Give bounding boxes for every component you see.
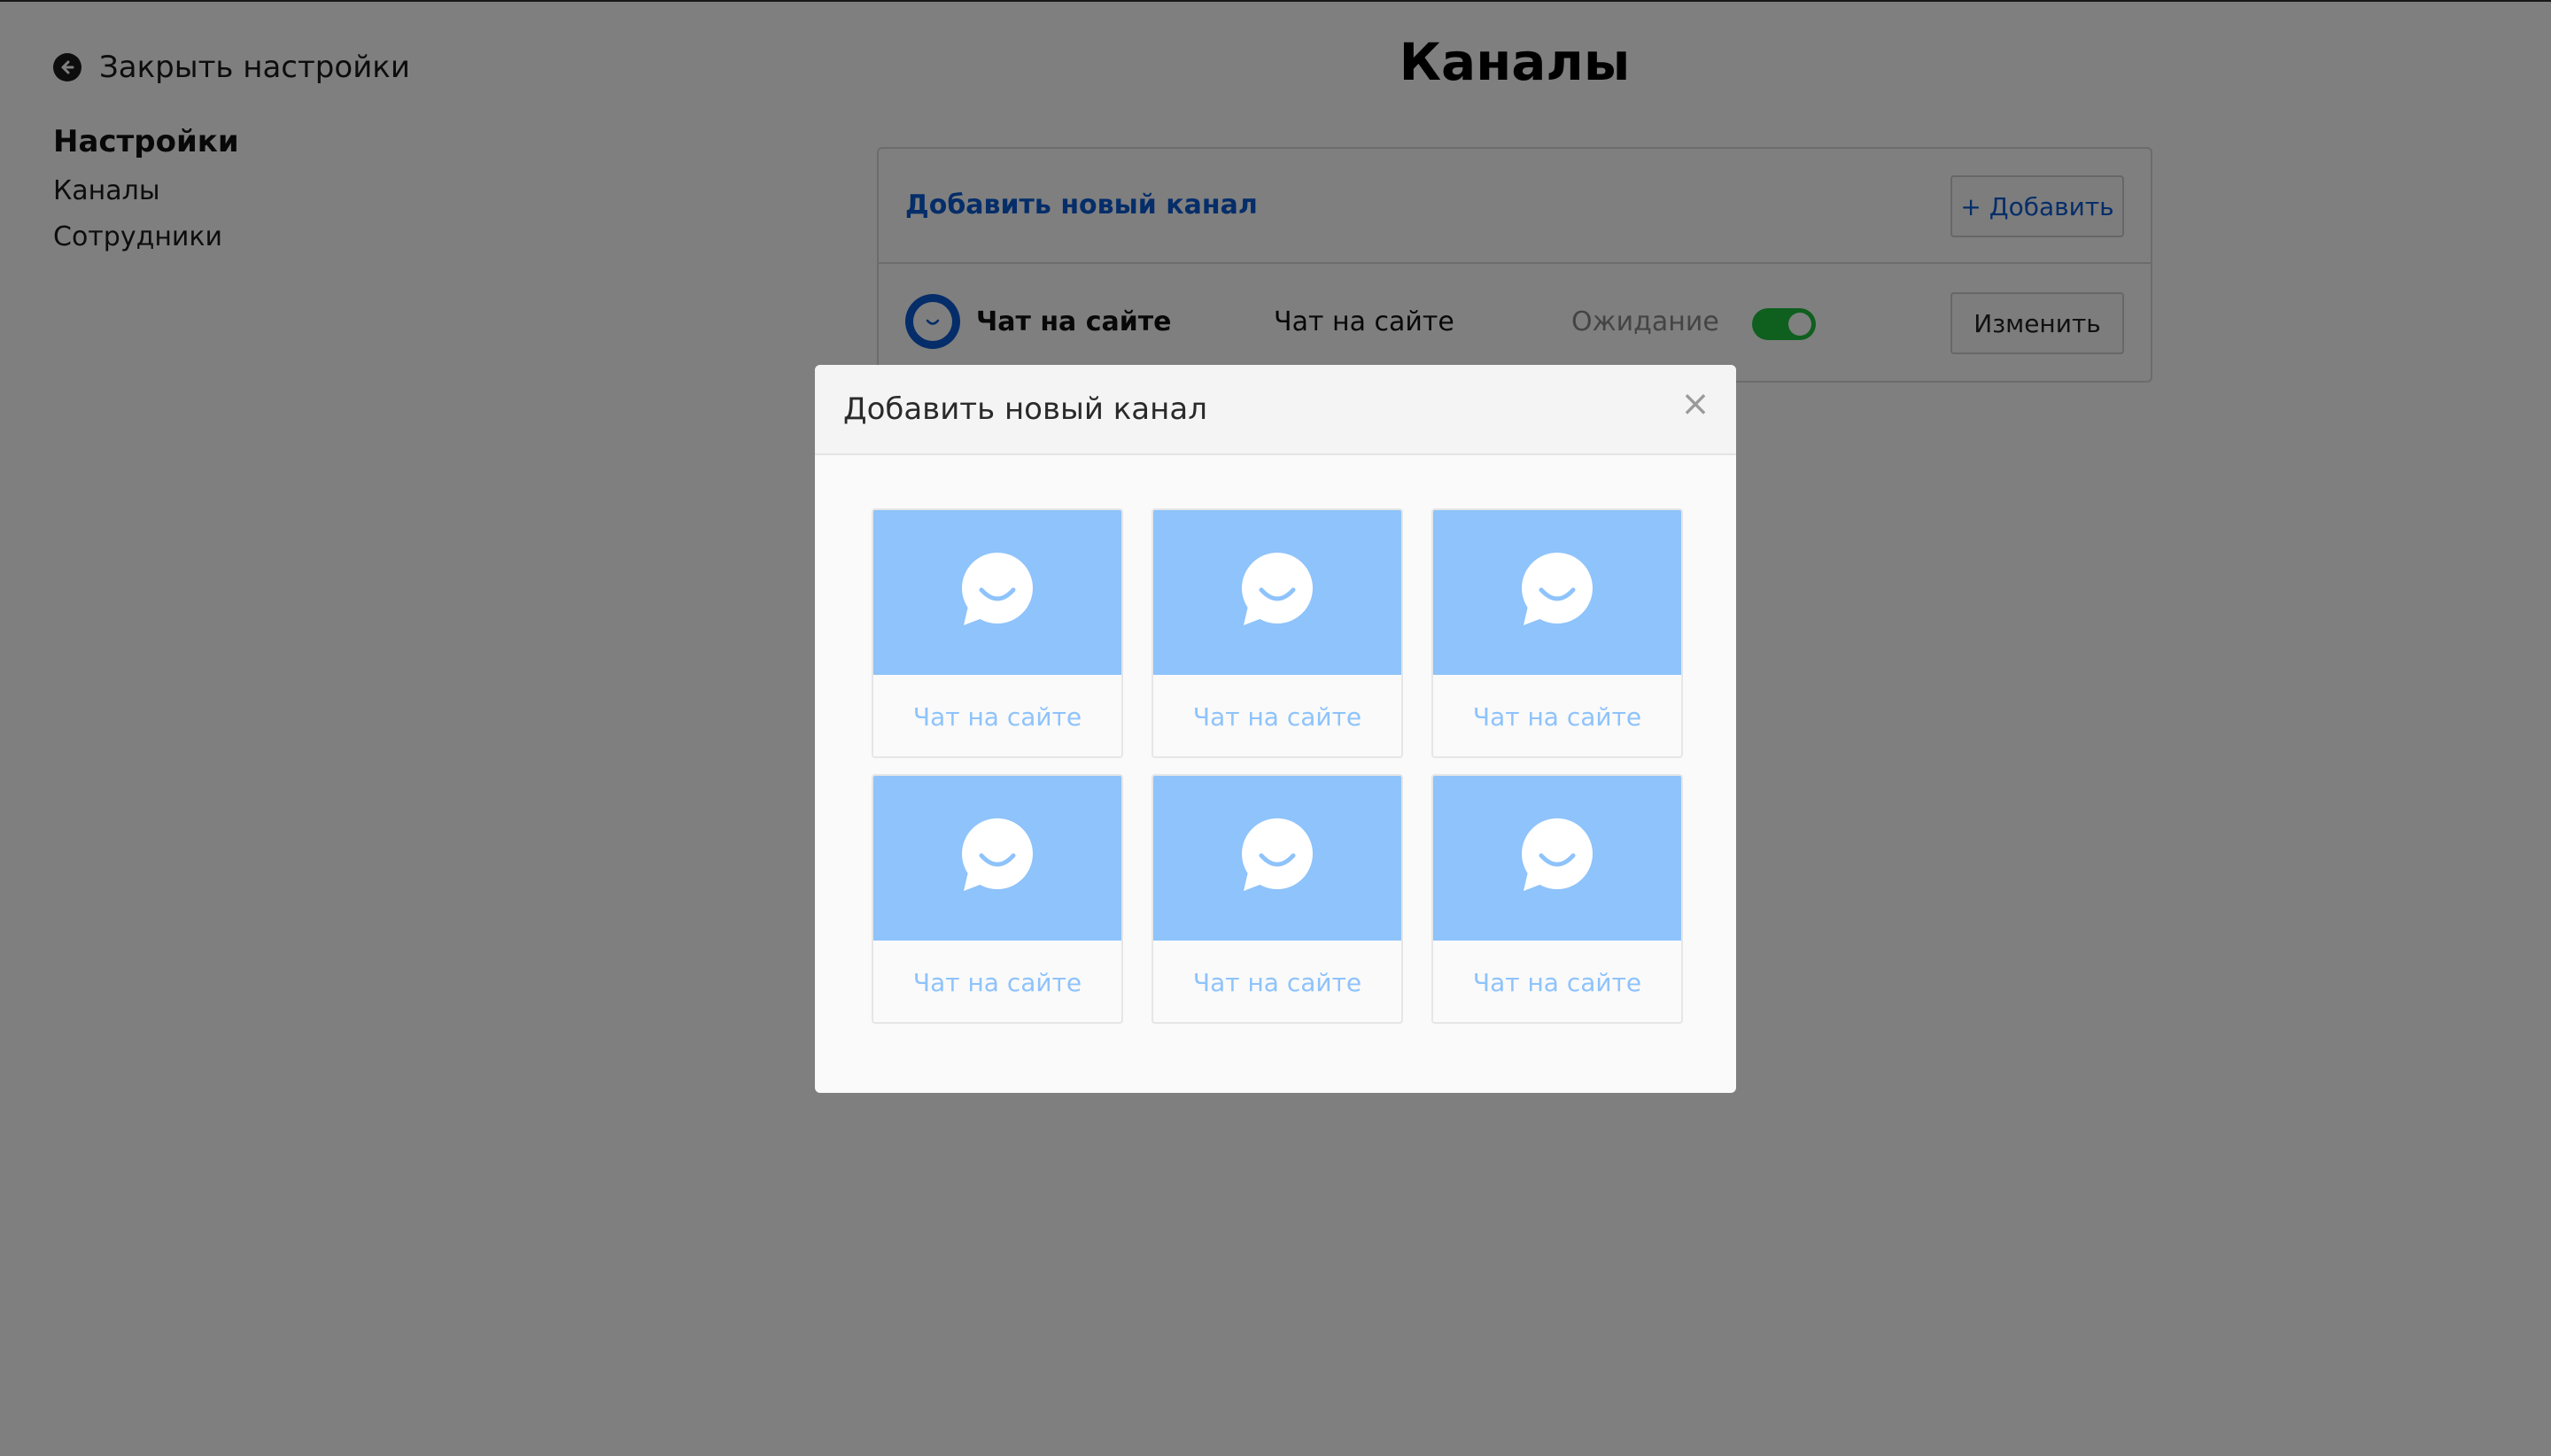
card-image [873, 510, 1121, 675]
channel-type-card[interactable]: Чат на сайте [1151, 774, 1403, 1024]
settings-page: Закрыть настройки Настройки Каналы Сотру… [0, 0, 2551, 1456]
card-image [873, 776, 1121, 941]
channel-type-card[interactable]: Чат на сайте [872, 774, 1123, 1024]
channel-type-card[interactable]: Чат на сайте [1151, 508, 1403, 758]
channel-type-card[interactable]: Чат на сайте [1431, 508, 1683, 758]
card-label: Чат на сайте [912, 701, 1082, 732]
chat-bubble-smile-icon [962, 818, 1033, 891]
chat-bubble-smile-icon [1242, 553, 1313, 625]
close-icon[interactable]: × [1676, 384, 1715, 423]
chat-bubble-smile-icon [1522, 553, 1593, 625]
channel-type-card[interactable]: Чат на сайте [1431, 774, 1683, 1024]
card-image [1433, 510, 1681, 675]
card-image [1153, 510, 1401, 675]
modal-title: Добавить новый канал [843, 391, 1207, 427]
card-label: Чат на сайте [912, 967, 1082, 997]
card-label: Чат на сайте [1472, 967, 1642, 997]
card-label: Чат на сайте [1192, 967, 1362, 997]
card-label: Чат на сайте [1472, 701, 1642, 732]
chat-bubble-smile-icon [962, 553, 1033, 625]
chat-bubble-smile-icon [1242, 818, 1313, 891]
card-image [1433, 776, 1681, 941]
chat-bubble-smile-icon [1522, 818, 1593, 891]
card-image [1153, 776, 1401, 941]
modal-header: Добавить новый канал × [815, 365, 1736, 455]
channel-type-card[interactable]: Чат на сайте [872, 508, 1123, 758]
card-label: Чат на сайте [1192, 701, 1362, 732]
add-channel-modal: Добавить новый канал × Чат на сайте Чат … [815, 365, 1736, 1093]
